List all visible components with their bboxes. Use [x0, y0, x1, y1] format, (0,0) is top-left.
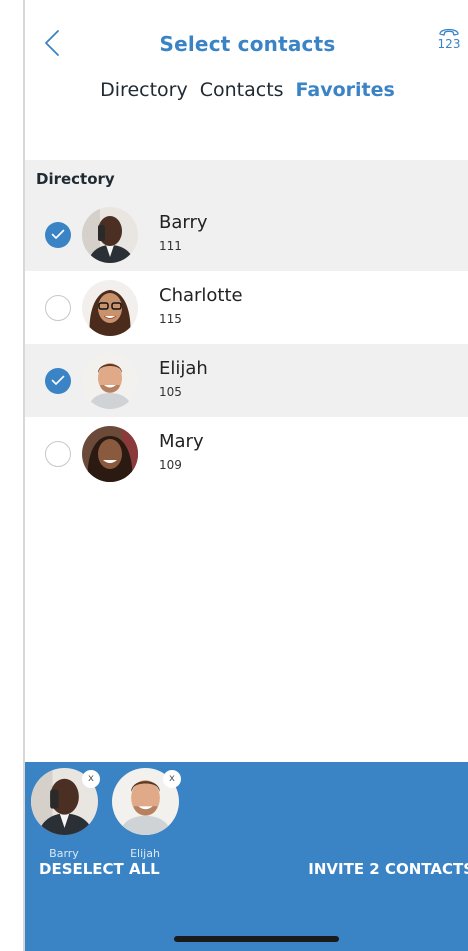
checkbox-unchecked[interactable]: [45, 440, 71, 467]
section-header: Directory: [25, 160, 468, 198]
checkmark-icon: [51, 229, 65, 239]
contact-extension: 115: [159, 312, 182, 326]
checkbox-checked[interactable]: [45, 221, 71, 248]
page-title: Select contacts: [159, 32, 336, 56]
checkbox-checked[interactable]: [45, 367, 71, 394]
avatar: [82, 425, 138, 482]
contact-row-barry[interactable]: Barry 111: [25, 198, 468, 271]
deselect-all-button[interactable]: DESELECT ALL: [39, 860, 160, 878]
selected-chip-barry: x Barry: [28, 768, 100, 860]
phone-keypad-icon: [439, 28, 459, 36]
invite-contacts-button[interactable]: INVITE 2 CONTACTS: [308, 860, 468, 878]
contact-name: Barry: [159, 212, 208, 233]
dialpad-label: 123: [437, 37, 461, 51]
avatar: [82, 206, 138, 263]
avatar: [82, 279, 138, 336]
selected-chip-elijah: x Elijah: [109, 768, 181, 860]
contact-name: Mary: [159, 431, 204, 452]
contact-row-mary[interactable]: Mary 109: [25, 417, 468, 490]
contact-extension: 105: [159, 385, 182, 399]
tab-bar: Directory Contacts Favorites: [25, 79, 468, 101]
contact-row-charlotte[interactable]: Charlotte 115: [25, 271, 468, 344]
contact-name: Charlotte: [159, 285, 243, 306]
contact-row-elijah[interactable]: Elijah 105: [25, 344, 468, 417]
chip-name: Barry: [49, 847, 79, 860]
app-screen: Select contacts 123 Directory Contacts F…: [23, 0, 468, 951]
tab-directory[interactable]: Directory: [100, 79, 188, 101]
tab-contacts[interactable]: Contacts: [200, 79, 284, 101]
top-bar: Select contacts 123 Directory Contacts F…: [25, 0, 468, 120]
chip-name: Elijah: [130, 847, 160, 860]
checkmark-icon: [51, 375, 65, 385]
checkbox-unchecked[interactable]: [45, 294, 71, 321]
selection-panel: x Barry x Elijah DESELECT ALL INVITE 2 C…: [25, 762, 468, 951]
remove-chip-button[interactable]: x: [82, 770, 100, 788]
contact-extension: 111: [159, 239, 182, 253]
contact-name: Elijah: [159, 358, 208, 379]
dialpad-button[interactable]: 123: [431, 26, 467, 62]
home-indicator: [174, 936, 339, 942]
contact-extension: 109: [159, 458, 182, 472]
remove-chip-button[interactable]: x: [163, 770, 181, 788]
avatar: [82, 352, 138, 409]
tab-favorites[interactable]: Favorites: [296, 79, 395, 101]
